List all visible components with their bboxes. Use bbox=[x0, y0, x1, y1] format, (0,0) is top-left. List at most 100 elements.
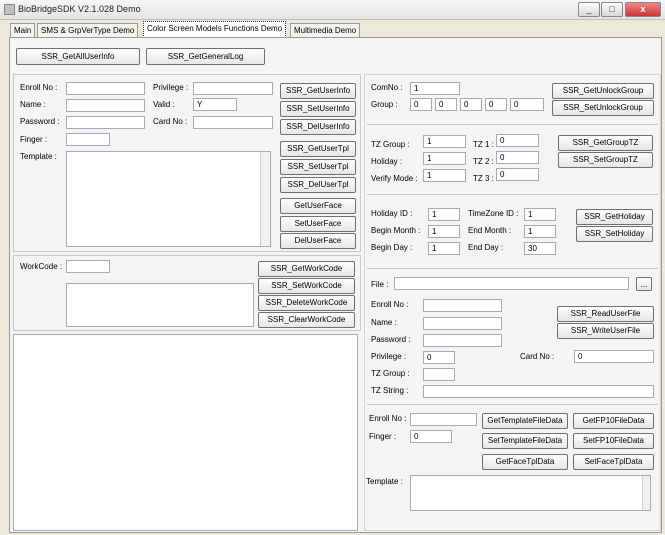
begin-day-input[interactable] bbox=[428, 242, 460, 255]
write-user-file-button[interactable]: SSR_WriteUserFile bbox=[557, 323, 654, 339]
browse-button[interactable]: ... bbox=[636, 277, 652, 291]
workcode-input[interactable] bbox=[66, 260, 110, 273]
privilege-label: Privilege : bbox=[153, 83, 189, 92]
valid-input[interactable] bbox=[193, 98, 237, 111]
holiday-id-input[interactable] bbox=[428, 208, 460, 221]
get-unlock-group-button[interactable]: SSR_GetUnlockGroup bbox=[552, 83, 654, 99]
tpl-finger-input[interactable] bbox=[410, 430, 452, 443]
set-group-tz-button[interactable]: SSR_SetGroupTZ bbox=[558, 152, 653, 168]
holiday-input[interactable] bbox=[423, 152, 466, 165]
begin-day-label: Begin Day : bbox=[371, 243, 413, 252]
get-group-tz-button[interactable]: SSR_GetGroupTZ bbox=[558, 135, 653, 151]
tz-string-input[interactable] bbox=[423, 385, 654, 398]
set-workcode-button[interactable]: SSR_SetWorkCode bbox=[258, 278, 355, 294]
set-face-tpl-data-button[interactable]: SetFaceTplData bbox=[573, 454, 654, 470]
divider bbox=[367, 194, 658, 195]
del-user-face-button[interactable]: DelUserFace bbox=[280, 233, 356, 249]
name-label: Name : bbox=[20, 100, 46, 109]
output-list[interactable] bbox=[13, 334, 358, 531]
tpl-enroll-no-input[interactable] bbox=[410, 413, 477, 426]
group-input-1[interactable] bbox=[410, 98, 432, 111]
tz1-label: TZ 1 : bbox=[473, 140, 494, 149]
group-input-4[interactable] bbox=[485, 98, 507, 111]
tpl-template-textarea[interactable] bbox=[410, 475, 651, 511]
get-user-info-button[interactable]: SSR_GetUserInfo bbox=[280, 83, 356, 99]
del-user-tpl-button[interactable]: SSR_DelUserTpl bbox=[280, 177, 356, 193]
maximize-button[interactable]: □ bbox=[601, 2, 623, 17]
file-card-no-input[interactable] bbox=[574, 350, 654, 363]
minimize-button[interactable]: _ bbox=[578, 2, 600, 17]
tz-group-input[interactable] bbox=[423, 135, 466, 148]
end-day-label: End Day : bbox=[468, 243, 504, 252]
set-template-file-data-button[interactable]: SetTemplateFileData bbox=[482, 433, 568, 449]
tpl-enroll-no-label: Enroll No : bbox=[369, 414, 407, 423]
get-user-tpl-button[interactable]: SSR_GetUserTpl bbox=[280, 141, 356, 157]
get-face-tpl-data-button[interactable]: GetFaceTplData bbox=[482, 454, 568, 470]
password-input[interactable] bbox=[66, 116, 145, 129]
get-user-face-button[interactable]: GetUserFace bbox=[280, 198, 356, 214]
verify-mode-input[interactable] bbox=[423, 169, 466, 182]
finger-input[interactable] bbox=[66, 133, 110, 146]
file-path-input[interactable] bbox=[394, 277, 629, 290]
tz-group-label: TZ Group : bbox=[371, 140, 410, 149]
tab-multimedia[interactable]: Multimedia Demo bbox=[290, 23, 361, 37]
begin-month-input[interactable] bbox=[428, 225, 460, 238]
get-general-log-button[interactable]: SSR_GetGeneralLog bbox=[146, 48, 265, 65]
set-holiday-button[interactable]: SSR_SetHoliday bbox=[576, 226, 653, 242]
file-privilege-label: Privilege : bbox=[371, 352, 407, 361]
tab-sms-grpvertype[interactable]: SMS & GrpVerType Demo bbox=[37, 23, 139, 37]
tz3-label: TZ 3 : bbox=[473, 174, 494, 183]
enroll-no-input[interactable] bbox=[66, 82, 145, 95]
workcode-textarea[interactable] bbox=[66, 283, 254, 327]
clear-workcode-button[interactable]: SSR_ClearWorkCode bbox=[258, 312, 355, 328]
tab-color-screen[interactable]: Color Screen Models Functions Demo bbox=[143, 21, 287, 38]
get-holiday-button[interactable]: SSR_GetHoliday bbox=[576, 209, 653, 225]
set-user-info-button[interactable]: SSR_SetUserInfo bbox=[280, 101, 356, 117]
group-input-3[interactable] bbox=[460, 98, 482, 111]
set-user-face-button[interactable]: SetUserFace bbox=[280, 216, 356, 232]
tz2-input[interactable] bbox=[496, 151, 539, 164]
tz3-input[interactable] bbox=[496, 168, 539, 181]
end-day-input[interactable] bbox=[524, 242, 556, 255]
template-textarea[interactable] bbox=[66, 151, 271, 247]
tab-main[interactable]: Main bbox=[10, 23, 36, 37]
close-button[interactable]: x bbox=[625, 2, 661, 17]
app-icon bbox=[4, 4, 15, 15]
group-input-5[interactable] bbox=[510, 98, 544, 111]
set-user-tpl-button[interactable]: SSR_SetUserTpl bbox=[280, 159, 356, 175]
set-unlock-group-button[interactable]: SSR_SetUnlockGroup bbox=[552, 100, 654, 116]
privilege-input[interactable] bbox=[193, 82, 273, 95]
template-label: Template : bbox=[20, 152, 57, 161]
get-template-file-data-button[interactable]: GetTemplateFileData bbox=[482, 413, 568, 429]
end-month-input[interactable] bbox=[524, 225, 556, 238]
name-input[interactable] bbox=[66, 99, 145, 112]
title-bar: BioBridgeSDK V2.1.028 Demo _ □ x bbox=[0, 0, 665, 20]
file-privilege-input[interactable] bbox=[423, 351, 455, 364]
tz1-input[interactable] bbox=[496, 134, 539, 147]
comno-label: ComNo : bbox=[371, 83, 403, 92]
read-user-file-button[interactable]: SSR_ReadUserFile bbox=[557, 306, 654, 322]
timezone-id-input[interactable] bbox=[524, 208, 556, 221]
delete-workcode-button[interactable]: SSR_DeleteWorkCode bbox=[258, 295, 355, 311]
card-no-input[interactable] bbox=[193, 116, 273, 129]
file-name-input[interactable] bbox=[423, 317, 502, 330]
set-fp10-file-data-button[interactable]: SetFP10FileData bbox=[573, 433, 654, 449]
holiday-label: Holiday : bbox=[371, 157, 403, 166]
file-card-no-label: Card No : bbox=[520, 352, 555, 361]
workcode-label: WorkCode : bbox=[20, 262, 63, 271]
del-user-info-button[interactable]: SSR_DelUserInfo bbox=[280, 119, 356, 135]
window-title: BioBridgeSDK V2.1.028 Demo bbox=[18, 4, 141, 14]
valid-label: Valid : bbox=[153, 100, 175, 109]
file-name-label: Name : bbox=[371, 318, 397, 327]
file-password-input[interactable] bbox=[423, 334, 502, 347]
tpl-template-scrollbar[interactable] bbox=[642, 476, 650, 510]
group-input-2[interactable] bbox=[435, 98, 457, 111]
get-workcode-button[interactable]: SSR_GetWorkCode bbox=[258, 261, 355, 277]
get-fp10-file-data-button[interactable]: GetFP10FileData bbox=[573, 413, 654, 429]
get-all-user-info-button[interactable]: SSR_GetAllUserInfo bbox=[16, 48, 140, 65]
comno-input[interactable] bbox=[410, 82, 460, 95]
file-enroll-no-input[interactable] bbox=[423, 299, 502, 312]
divider bbox=[367, 404, 658, 405]
template-scrollbar[interactable] bbox=[260, 152, 270, 246]
file-tz-group-input[interactable] bbox=[423, 368, 455, 381]
